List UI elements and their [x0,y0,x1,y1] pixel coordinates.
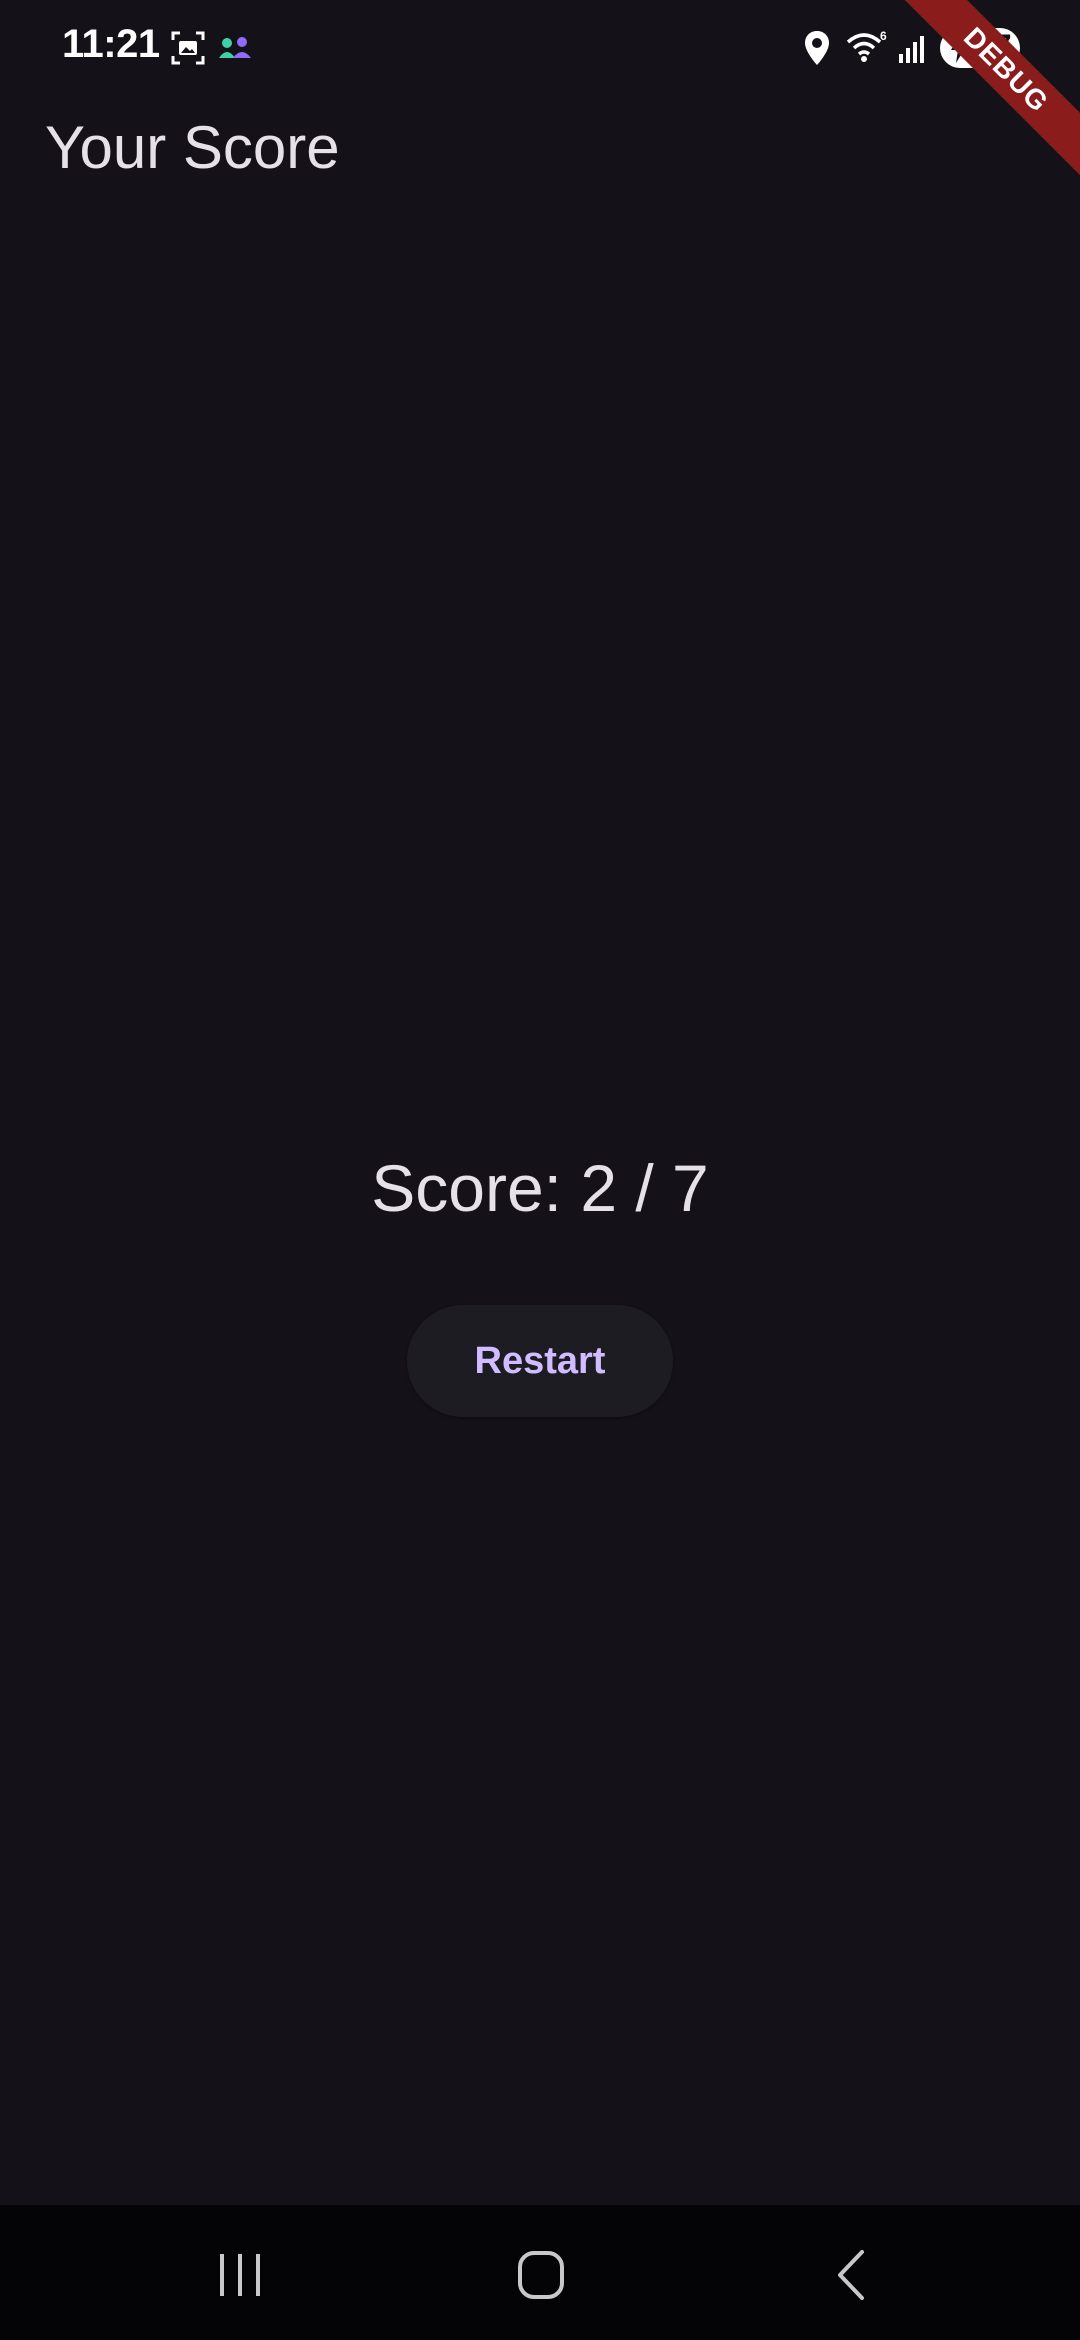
location-icon [805,31,829,65]
status-bar: 11:21 6 77 [0,0,1080,96]
home-icon[interactable] [510,2240,572,2310]
page-title: Your Score [45,114,340,181]
recent-apps-icon[interactable] [210,2240,270,2310]
charging-bolt-icon [951,33,967,63]
signal-icon [899,36,924,63]
svg-text:6: 6 [880,29,887,43]
screenshot-icon [171,31,205,65]
status-time: 11:21 [62,22,160,66]
back-icon[interactable] [820,2240,880,2310]
people-icon [219,37,251,58]
score-text: Score: 2 / 7 [371,1151,709,1225]
battery-level: 77 [976,28,1012,64]
restart-button[interactable]: Restart [407,1305,673,1417]
wifi-icon: 6 [846,29,887,62]
